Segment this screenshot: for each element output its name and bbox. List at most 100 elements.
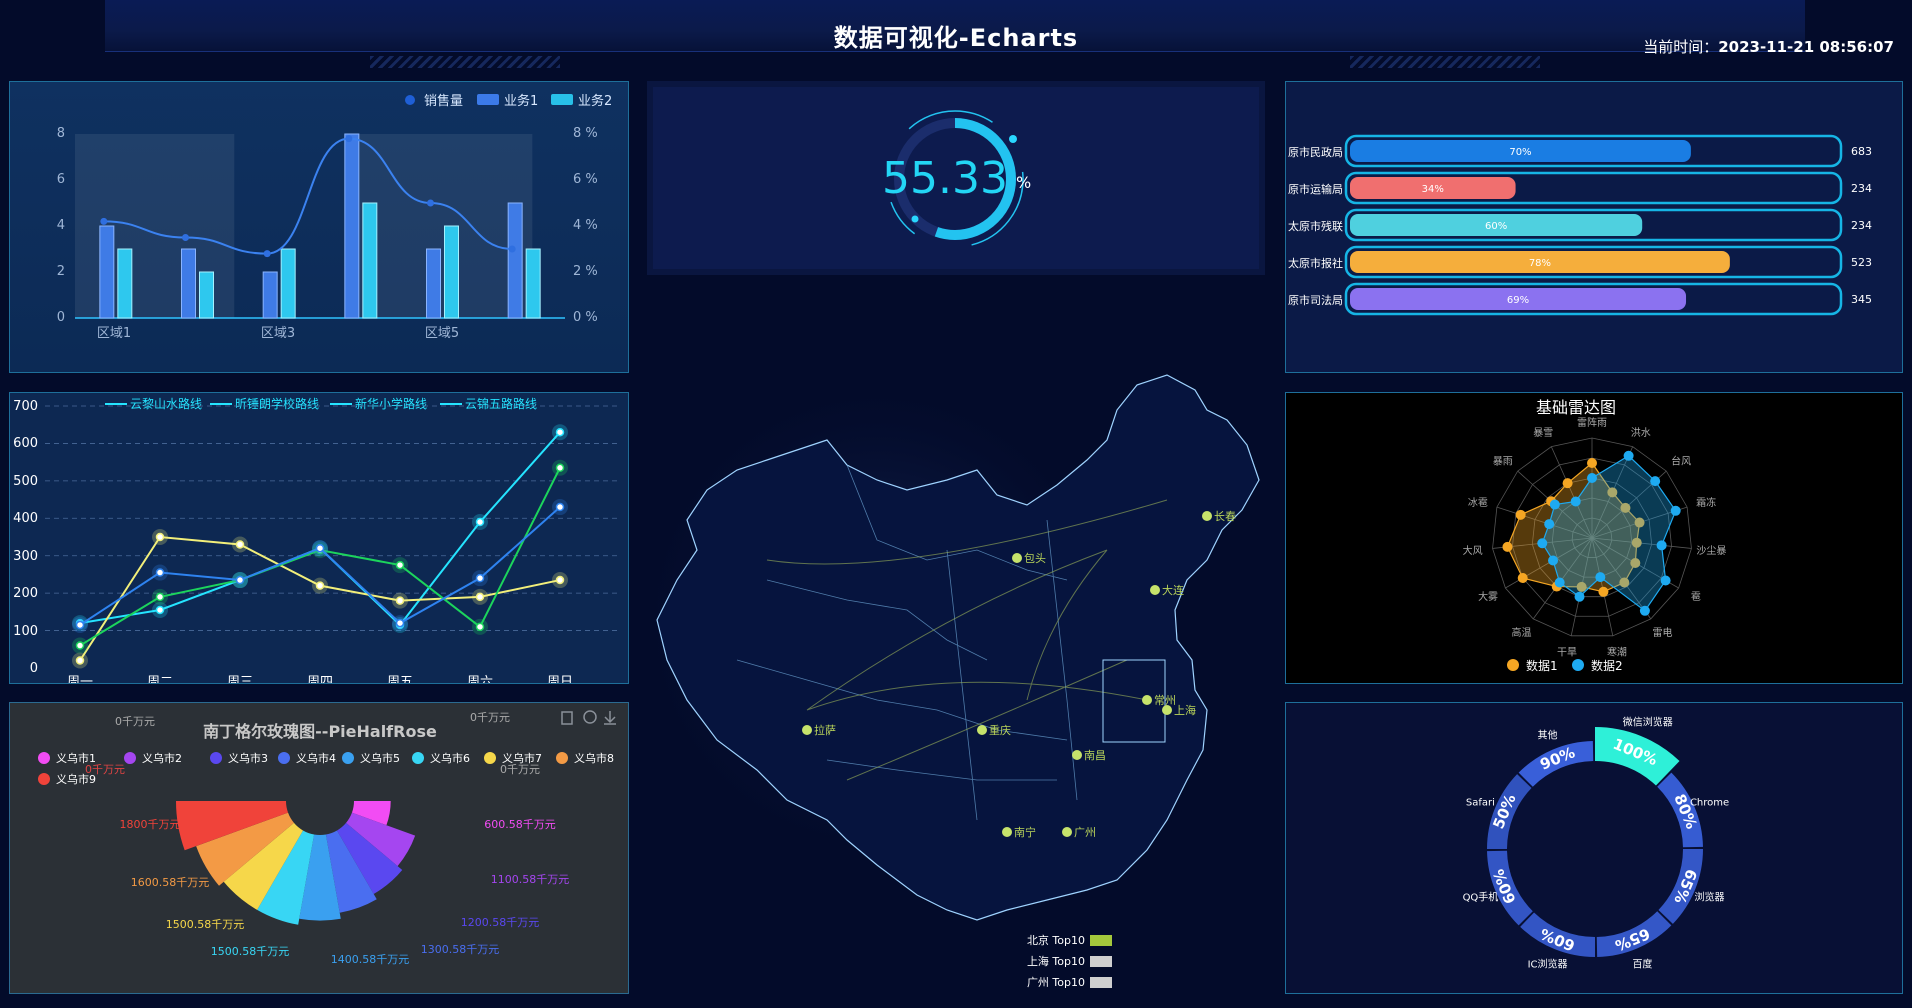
map-legend-shanghai[interactable]: 上海 Top10 (1027, 954, 1085, 968)
rose-label: 1400.58千万元 (331, 953, 410, 966)
map-legend-swatch[interactable] (1090, 956, 1112, 967)
rose-label: 600.58千万元 (484, 818, 556, 831)
x-tick: 区域5 (425, 326, 459, 341)
donut-label: 微信浏览器 (1623, 716, 1673, 729)
rose-legend-item: 义乌市5 (360, 751, 400, 765)
sales-point (508, 245, 516, 253)
radar-point (1595, 572, 1606, 583)
map-legend-swatch[interactable] (1090, 977, 1112, 988)
route-point (75, 641, 85, 650)
bar-biz1 (99, 225, 115, 319)
rose-legend-swatch (38, 752, 50, 764)
legend-route-1[interactable]: 云黎山水路线 (130, 396, 202, 411)
city-dot (1150, 585, 1160, 595)
donut-label: IC浏览器 (1528, 958, 1568, 971)
chart2-legend[interactable]: 云黎山水路线 昕锤朗学校路线 新华小学路线 云锦五路路线 (105, 396, 537, 411)
route-point (475, 517, 485, 527)
route-point (555, 463, 565, 473)
rose-legend-item: 义乌市3 (228, 751, 268, 765)
route-point (75, 620, 85, 630)
map-legend-beijing[interactable]: 北京 Top10 (1027, 933, 1085, 947)
bar-biz2 (444, 225, 459, 319)
x-tick: 区域1 (97, 326, 131, 341)
y-tick: 8 (57, 126, 65, 141)
legend-biz2[interactable]: 业务2 (578, 93, 612, 109)
chart1-shade-areas (75, 134, 533, 318)
route-point (155, 568, 165, 577)
bar-biz1 (262, 271, 278, 319)
x-tick: 区域3 (261, 326, 295, 341)
route-point (475, 622, 485, 632)
x-tick: 周一 (67, 675, 93, 684)
city-label: 拉萨 (814, 723, 836, 737)
rose-label: 1300.58千万元 (421, 943, 500, 956)
download-icon[interactable] (604, 711, 616, 725)
donut-label: QQ手机 (1463, 890, 1499, 903)
y-tick: 0 (30, 661, 38, 676)
chart1-legend[interactable]: 销售量 业务1 业务2 (405, 93, 612, 109)
route-point (155, 592, 165, 602)
progress-value: 234 (1851, 219, 1872, 232)
sales-point (263, 250, 271, 258)
header-stripe-left (370, 56, 560, 68)
route-point (155, 605, 165, 615)
radar-point (1549, 499, 1560, 510)
city-dot (1002, 827, 1012, 837)
rose-toolbox[interactable] (561, 710, 616, 725)
rose-title: 南丁格尔玫瑰图--PieHalfRose (203, 722, 437, 741)
bar-biz1 (507, 202, 523, 319)
progress-name: 原市运输局 (1288, 182, 1343, 196)
map-svg: 长春包头大连拉萨 重庆 常州上海南昌南宁 广州 北京 Top10 上海 Top10 广… (647, 374, 1260, 989)
route-point (315, 543, 325, 553)
route-line-chart: 云黎山水路线 昕锤朗学校路线 新华小学路线 云锦五路路线 0 100 200 3… (13, 396, 620, 684)
y-right-tick: 6 % (573, 172, 598, 187)
radar-legend[interactable]: 数据1 数据2 (1507, 658, 1623, 673)
x-tick: 周六 (467, 675, 493, 684)
map-legend-swatch[interactable] (1090, 935, 1112, 946)
radar-indicator: 洪水 (1631, 427, 1651, 439)
y-tick: 4 (57, 218, 65, 233)
radar-point (1544, 519, 1555, 530)
sales-point (345, 135, 353, 143)
radar-point (1587, 473, 1597, 483)
y-tick: 600 (13, 436, 38, 451)
percent-gauge: 55.33 % (882, 110, 1031, 248)
radar-point (1598, 586, 1609, 597)
radar-point (1537, 538, 1548, 549)
radar-point (1574, 591, 1585, 602)
radar-indicator: 霜冻 (1696, 496, 1716, 509)
legend-route-2[interactable]: 昕锤朗学校路线 (235, 396, 319, 411)
radar-legend-1[interactable]: 数据1 (1526, 658, 1558, 673)
radar-point (1548, 555, 1559, 566)
gauge-dot (911, 215, 919, 223)
legend-biz1[interactable]: 业务1 (504, 93, 538, 109)
x-tick: 周二 (147, 675, 173, 684)
legend-route-4[interactable]: 云锦五路路线 (465, 396, 537, 411)
y-tick: 500 (13, 474, 38, 489)
restore-icon[interactable] (583, 710, 597, 724)
route-point (75, 656, 85, 665)
radar-indicator: 沙尘暴 (1696, 545, 1726, 557)
radar-point (1515, 509, 1526, 520)
city-label: 包头 (1024, 552, 1046, 565)
radar-legend-2[interactable]: 数据2 (1591, 658, 1623, 673)
city-label: 大连 (1162, 583, 1184, 597)
progress-pct: 34% (1422, 184, 1444, 195)
route-point (395, 618, 405, 628)
city-dot (802, 725, 812, 735)
sales-point (182, 234, 189, 241)
radar-point (1517, 573, 1528, 583)
map-legend-guangzhou[interactable]: 广州 Top10 (1027, 976, 1085, 989)
rose-legend-swatch (342, 752, 354, 764)
radar-point (1670, 505, 1681, 516)
legend-sales[interactable]: 销售量 (424, 93, 463, 109)
progress-pct: 78% (1529, 258, 1551, 269)
radar-indicator: 干旱 (1557, 646, 1577, 658)
rose-legend-swatch (124, 752, 136, 764)
city-label: 广州 (1074, 826, 1096, 839)
map-legend[interactable]: 北京 Top10 上海 Top10 广州 Top10 (1027, 933, 1112, 989)
data-view-icon[interactable] (561, 711, 573, 725)
bar-biz1 (426, 248, 441, 319)
legend-route-3[interactable]: 新华小学路线 (355, 396, 427, 411)
rose-label: 0千万元 (85, 763, 125, 776)
